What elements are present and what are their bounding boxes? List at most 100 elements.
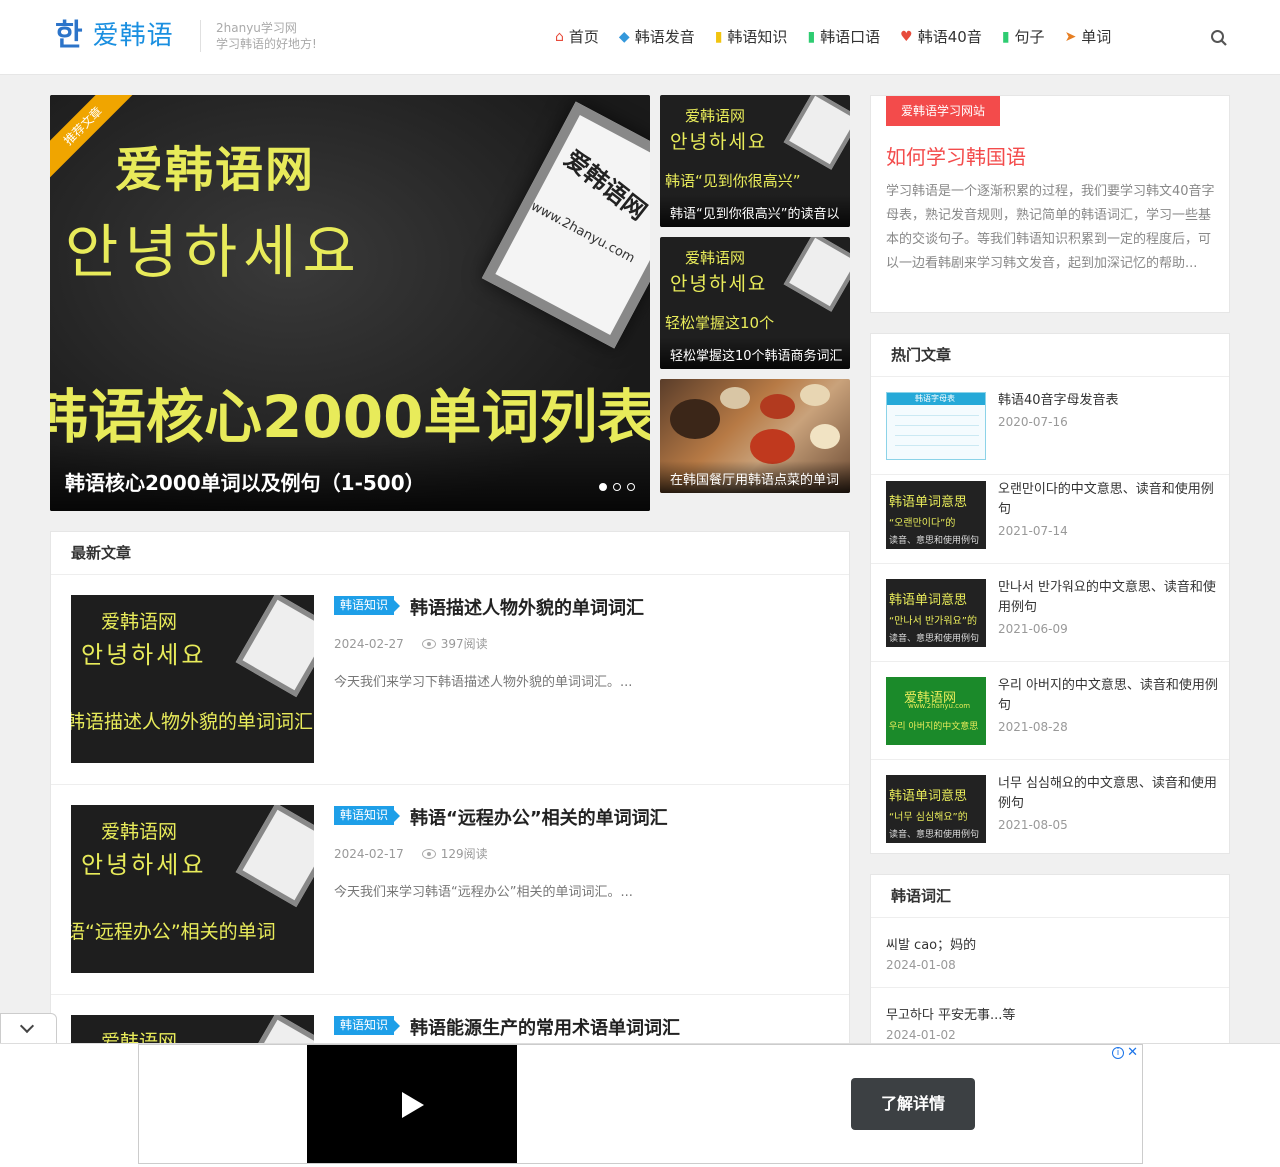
featured-thumb[interactable]: 爱韩语网 안녕하세요 轻松掌握这10个 轻松掌握这10个韩语商务词汇	[660, 237, 850, 369]
slide-image-text: 안녕하세요	[65, 218, 362, 286]
category-badge[interactable]: 韩语知识	[334, 806, 401, 825]
slider-dot[interactable]	[627, 483, 635, 491]
thumbnail-text: 读音、意思和使用例句	[889, 634, 980, 644]
featured-slider[interactable]: 爱韩语网 안녕하세요 韩语核心2000单词列表 爱韩语网 www.2hanyu.…	[50, 95, 650, 511]
thumb-image-text: 爱韩语网	[685, 249, 746, 267]
nav-item-knowledge[interactable]: ▮ 韩语知识	[715, 26, 788, 48]
post-meta: 2024-02-17 129阅读	[334, 845, 488, 862]
bookmark-icon: ▮	[807, 29, 816, 45]
send-icon: ➤	[1064, 29, 1077, 45]
slider-dots	[593, 483, 635, 491]
post-title[interactable]: 韩语“远程办公”相关的单词词汇	[410, 804, 668, 830]
category-badge[interactable]: 韩语知识	[334, 596, 401, 615]
nav-label: 句子	[1014, 28, 1045, 46]
thumb-caption: 轻松掌握这10个韩语商务词汇	[660, 337, 850, 369]
hot-item[interactable]: 韩语单词意思 “만나서 반가워요”的 读音、意思和使用例句 만나서 반가워요的中…	[871, 564, 1229, 662]
nav-item-words[interactable]: ➤ 单词	[1065, 26, 1112, 48]
latest-posts: 最新文章 爱韩语网 안녕하세요 韩语描述人物外貌的单词词汇 韩语知识 韩语描述人…	[50, 531, 850, 1051]
slider-dot[interactable]	[599, 483, 607, 491]
logo-text: 爱韩语	[92, 21, 174, 51]
thumbnail-text: 爱韩语网	[101, 821, 178, 843]
tag-icon: ◆	[618, 29, 630, 45]
chart-line	[895, 445, 979, 446]
ad-frame[interactable]: 了解详情 i ✕	[138, 1044, 1143, 1164]
thumb-caption: 韩语“见到你很高兴”的读音以	[660, 195, 850, 227]
post-views: 397阅读	[440, 637, 488, 651]
post-title[interactable]: 韩语描述人物外貌的单词词汇	[410, 594, 644, 620]
thumbnail-text: “너무 심심해요”的	[889, 812, 968, 823]
hot-item[interactable]: 韩语单词意思 “너무 심심해요”的 读音、意思和使用例句 너무 심심해요的中文意…	[871, 760, 1229, 858]
thumbnail-text: 韩语单词意思	[889, 789, 968, 804]
hot-title[interactable]: 韩语40音字母发音表	[998, 391, 1218, 411]
thumbnail-text: www.2hanyu.com	[908, 702, 971, 710]
hot-item[interactable]: 爱韩语网 www.2hanyu.com 우리 아버지的中文意思 우리 아버지的中…	[871, 662, 1229, 760]
featured-thumb[interactable]: 在韩国餐厅用韩语点菜的单词	[660, 379, 850, 493]
category-badge[interactable]: 韩语知识	[334, 1016, 401, 1035]
food-dish	[810, 424, 840, 449]
hot-date: 2021-07-14	[998, 524, 1068, 538]
hot-title[interactable]: 우리 아버지的中文意思、读音和使用例句	[998, 676, 1218, 716]
bottom-ad-bar: 了解详情 i ✕	[0, 1043, 1280, 1167]
section-heading: 热门文章	[871, 334, 1229, 377]
nav-label: 韩语40音	[917, 28, 982, 46]
post-title[interactable]: 韩语能源生产的常用术语单词词汇	[410, 1014, 680, 1040]
site-header: 한 爱韩语 2hanyu学习网 学习韩语的好地方! ⌂ 首页 ◆ 韩语发音 ▮ 韩语知…	[0, 0, 1280, 75]
post-item: 爱韩语网 안녕하세요 韩语描述人物外貌的单词词汇 韩语知识 韩语描述人物外貌的单…	[51, 575, 849, 785]
post-thumbnail[interactable]: 爱韩语网 안녕하세요 韩语描述人物外貌的单词词汇	[71, 595, 314, 763]
intro-description: 学习韩语是一个逐渐积累的过程，我们要学习韩文40音字母表，熟记发音规则，熟记简单…	[886, 184, 1215, 271]
food-dish	[800, 384, 830, 406]
hot-item[interactable]: 韩语单词意思 “오랜만이다”的 读音、意思和使用例句 오랜만이다的中文意思、读音…	[871, 466, 1229, 564]
thumbnail-sign	[235, 595, 314, 698]
word-title[interactable]: 씨발 cao；妈的	[886, 934, 976, 953]
intro-tag[interactable]: 爱韩语学习网站	[886, 96, 1001, 126]
chart-line	[895, 425, 979, 426]
hot-date: 2021-08-28	[998, 720, 1068, 734]
word-item[interactable]: 무고하다 平安无事...等 2024-01-02	[871, 988, 1229, 1050]
hot-title[interactable]: 오랜만이다的中文意思、读音和使用例句	[998, 480, 1218, 520]
post-excerpt: 今天我们来学习下韩语描述人物外貌的单词词汇。...	[334, 675, 633, 690]
hot-date: 2020-07-16	[998, 415, 1068, 429]
word-item[interactable]: 씨발 cao；妈的 2024-01-08	[871, 918, 1229, 988]
info-icon[interactable]: i	[1112, 1047, 1124, 1059]
word-date: 2024-01-08	[886, 958, 956, 972]
nav-item-sentences[interactable]: ▮ 句子	[1002, 26, 1045, 48]
site-name: 2hanyu学习网	[216, 21, 297, 35]
hot-thumbnail: 韩语单词意思 “만나서 반가워요”的 读音、意思和使用例句	[886, 579, 986, 647]
thumb-sign	[783, 95, 850, 170]
thumbnail-text: 韩语单词意思	[889, 495, 968, 510]
post-thumbnail[interactable]: 爱韩语网 안녕하세요 语“远程办公”相关的单词	[71, 805, 314, 973]
ad-collapse-button[interactable]	[0, 1013, 57, 1043]
slider-dot[interactable]	[613, 483, 621, 491]
post-excerpt: 今天我们来学习韩语“远程办公”相关的单词词汇。...	[334, 885, 633, 900]
chart-line	[895, 435, 979, 436]
nav-item-40-sounds[interactable]: ♥ 韩语40音	[900, 26, 982, 48]
featured-thumb[interactable]: 爱韩语网 안녕하세요 韩语“见到你很高兴” 韩语“见到你很高兴”的读音以	[660, 95, 850, 227]
nav-item-home[interactable]: ⌂ 首页	[555, 26, 599, 48]
vocabulary-list: 韩语词汇 씨발 cao；妈的 2024-01-08 무고하다 平安无事...等 …	[870, 874, 1230, 1051]
thumbnail-text: 韩语单词意思	[889, 593, 968, 608]
hot-title[interactable]: 만나서 반가워요的中文意思、读音和使用例句	[998, 578, 1218, 618]
logo-mark: 한	[55, 18, 83, 53]
thumbnail-text: 안녕하세요	[81, 851, 207, 879]
hot-posts: 热门文章 韩语字母表 韩语40音字母发音表 2020-07-16 韩语单词意思 …	[870, 333, 1230, 854]
thumb-sign	[783, 237, 850, 312]
nav-item-pronunciation[interactable]: ◆ 韩语发音	[619, 26, 695, 48]
thumb-image-text: 轻松掌握这10个	[665, 314, 775, 332]
hot-title[interactable]: 너무 심심해요的中文意思、读音和使用例句	[998, 774, 1218, 814]
ad-cta-button[interactable]: 了解详情	[851, 1078, 975, 1130]
nav-item-speaking[interactable]: ▮ 韩语口语	[807, 26, 880, 48]
close-icon[interactable]: ✕	[1127, 1045, 1138, 1060]
hot-item[interactable]: 韩语字母表 韩语40音字母发音表 2020-07-16	[871, 377, 1229, 475]
hot-thumbnail: 爱韩语网 www.2hanyu.com 우리 아버지的中文意思	[886, 677, 986, 745]
intro-title[interactable]: 如何学习韩国语	[886, 141, 1026, 170]
search-icon[interactable]	[1210, 29, 1228, 47]
ad-video[interactable]	[307, 1045, 517, 1163]
word-title[interactable]: 무고하다 平安无事...等	[886, 1004, 1015, 1023]
site-logo[interactable]: 한 爱韩语	[55, 18, 174, 54]
slide-title[interactable]: 韩语核心2000单词以及例句（1-500）	[65, 467, 425, 496]
thumb-image-text: 韩语“见到你很高兴”	[665, 172, 801, 190]
nav-label: 首页	[568, 28, 599, 46]
thumbnail-text: 语“远程办公”相关的单词	[71, 921, 276, 943]
hot-date: 2021-08-05	[998, 818, 1068, 832]
play-icon[interactable]	[402, 1092, 424, 1118]
